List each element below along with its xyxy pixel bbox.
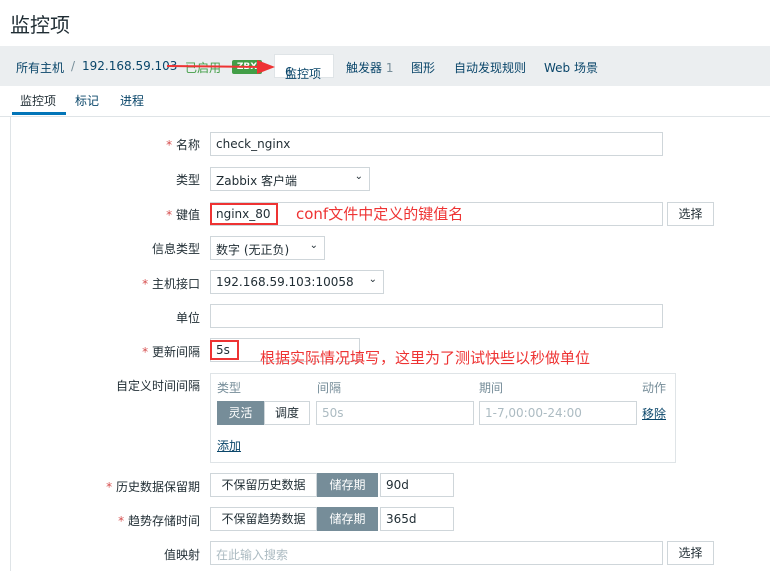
valuemap-select-button[interactable]: 选择 xyxy=(667,541,714,565)
ci-flexible-toggle[interactable]: 灵活 xyxy=(217,401,264,425)
form-panel xyxy=(10,117,770,571)
breadcrumb-triggers[interactable]: 触发器 1 xyxy=(346,59,393,76)
page-title: 监控项 xyxy=(10,13,70,37)
ci-remove-link[interactable]: 移除 xyxy=(642,405,666,422)
active-tab-indicator xyxy=(12,112,66,115)
name-label: * 名称 xyxy=(166,138,200,152)
interval-label: * 更新间隔 xyxy=(142,345,200,359)
chevron-down-icon: ⌄ xyxy=(354,171,363,182)
breadcrumb-host[interactable]: 192.168.59.103 xyxy=(82,59,177,73)
interface-label: * 主机接口 xyxy=(142,277,200,291)
valuemap-label: 值映射 xyxy=(163,548,200,562)
ci-col-period: 期间 xyxy=(479,381,504,395)
type-select[interactable]: Zabbix 客户端 ⌄ xyxy=(210,167,370,191)
ci-scheduling-toggle[interactable]: 调度 xyxy=(264,401,310,425)
chevron-down-icon: ⌄ xyxy=(368,274,377,285)
tab-bar: 监控项 标记 进程 xyxy=(0,87,770,117)
history-no-keep-toggle[interactable]: 不保留历史数据 xyxy=(210,473,317,497)
key-label: * 键值 xyxy=(166,208,200,222)
trends-no-keep-toggle[interactable]: 不保留趋势数据 xyxy=(210,507,317,531)
info-type-label: 信息类型 xyxy=(151,242,200,256)
breadcrumb-web[interactable]: Web 场景 xyxy=(544,59,598,76)
trends-label: * 趋势存储时间 xyxy=(118,514,200,528)
custom-intervals-label: 自定义时间间隔 xyxy=(115,379,200,393)
breadcrumb-graphs[interactable]: 图形 xyxy=(411,59,435,76)
breadcrumb-items[interactable]: 监控项 6 xyxy=(274,54,334,81)
trends-input[interactable]: 365d xyxy=(380,507,454,531)
tab-process[interactable]: 进程 xyxy=(120,92,144,109)
valuemap-input[interactable]: 在此输入搜索 xyxy=(210,541,663,565)
breadcrumb-all-hosts[interactable]: 所有主机 xyxy=(16,59,64,76)
tab-item[interactable]: 监控项 xyxy=(20,92,56,109)
ci-interval-input[interactable]: 50s xyxy=(316,401,474,425)
red-arrow-icon xyxy=(166,60,275,74)
interface-select[interactable]: 192.168.59.103:10058 ⌄ xyxy=(210,270,384,294)
name-input[interactable]: check_nginx xyxy=(210,132,663,156)
history-storage-toggle[interactable]: 储存期 xyxy=(317,473,378,497)
info-type-select[interactable]: 数字 (无正负) ⌄ xyxy=(210,236,325,260)
ci-col-type: 类型 xyxy=(217,381,242,395)
ci-col-interval: 间隔 xyxy=(317,381,342,395)
ci-add-link[interactable]: 添加 xyxy=(217,437,241,454)
history-label: * 历史数据保留期 xyxy=(106,480,200,494)
type-label: 类型 xyxy=(175,173,200,187)
units-input[interactable] xyxy=(210,304,663,328)
chevron-down-icon: ⌄ xyxy=(309,240,318,251)
tab-tags[interactable]: 标记 xyxy=(75,92,99,109)
breadcrumb-discovery[interactable]: 自动发现规则 xyxy=(454,59,526,76)
units-label: 单位 xyxy=(175,311,200,325)
breadcrumb-separator: / xyxy=(71,59,76,73)
breadcrumb: 所有主机 / 192.168.59.103 已启用 触发器 1 图形 自动发现规… xyxy=(0,46,770,86)
history-input[interactable]: 90d xyxy=(380,473,454,497)
ci-col-action: 动作 xyxy=(642,381,667,395)
key-select-button[interactable]: 选择 xyxy=(667,202,714,226)
key-annotation: conf文件中定义的键值名 xyxy=(296,205,464,223)
interval-annotation: 根据实际情况填写，这里为了测试快些以秒做单位 xyxy=(260,349,591,367)
ci-period-input[interactable]: 1-7,00:00-24:00 xyxy=(479,401,637,425)
trends-storage-toggle[interactable]: 储存期 xyxy=(317,507,378,531)
custom-intervals-table: 类型 间隔 期间 动作 灵活 调度 50s 1-7,00:00-24:00 移除… xyxy=(210,373,676,463)
